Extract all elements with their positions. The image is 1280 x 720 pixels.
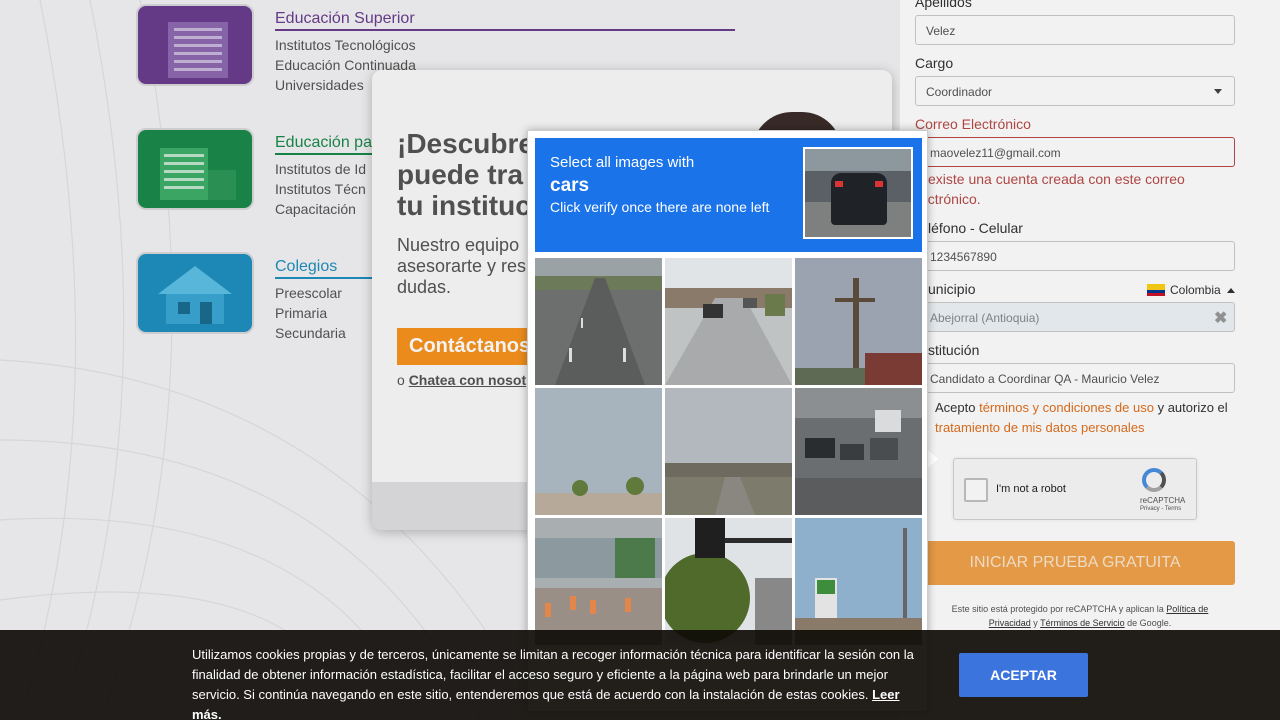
tile-road-lanes[interactable] bbox=[535, 258, 662, 385]
tile-overpass[interactable] bbox=[665, 388, 792, 515]
captcha-instruction: Select all images with bbox=[550, 154, 695, 171]
captcha-hint: Click verify once there are none left bbox=[550, 199, 770, 215]
tail-light bbox=[875, 181, 883, 187]
tile-utility-pole[interactable] bbox=[795, 258, 922, 385]
tile-street-cars[interactable] bbox=[665, 258, 792, 385]
tile-wet-road-traffic[interactable] bbox=[795, 388, 922, 515]
captcha-challenge: Select all images with cars Click verify… bbox=[527, 130, 928, 712]
captcha-pointer bbox=[928, 450, 938, 468]
sample-car-image bbox=[803, 147, 913, 239]
tile-sky-bushes[interactable] bbox=[535, 388, 662, 515]
tail-light bbox=[835, 181, 843, 187]
image-grid bbox=[535, 258, 922, 645]
tile-traffic-light-tree[interactable] bbox=[665, 518, 792, 645]
cookie-message: Utilizamos cookies propias y de terceros… bbox=[192, 645, 932, 720]
captcha-header: Select all images with cars Click verify… bbox=[535, 138, 922, 252]
cookie-text: Utilizamos cookies propias y de terceros… bbox=[192, 647, 914, 702]
captcha-target: cars bbox=[550, 175, 590, 196]
tile-construction-signs[interactable] bbox=[535, 518, 662, 645]
tile-gas-station-pole[interactable] bbox=[795, 518, 922, 645]
accept-cookies-button[interactable]: ACEPTAR bbox=[959, 653, 1088, 697]
cookie-banner: Utilizamos cookies propias y de terceros… bbox=[0, 630, 1280, 720]
